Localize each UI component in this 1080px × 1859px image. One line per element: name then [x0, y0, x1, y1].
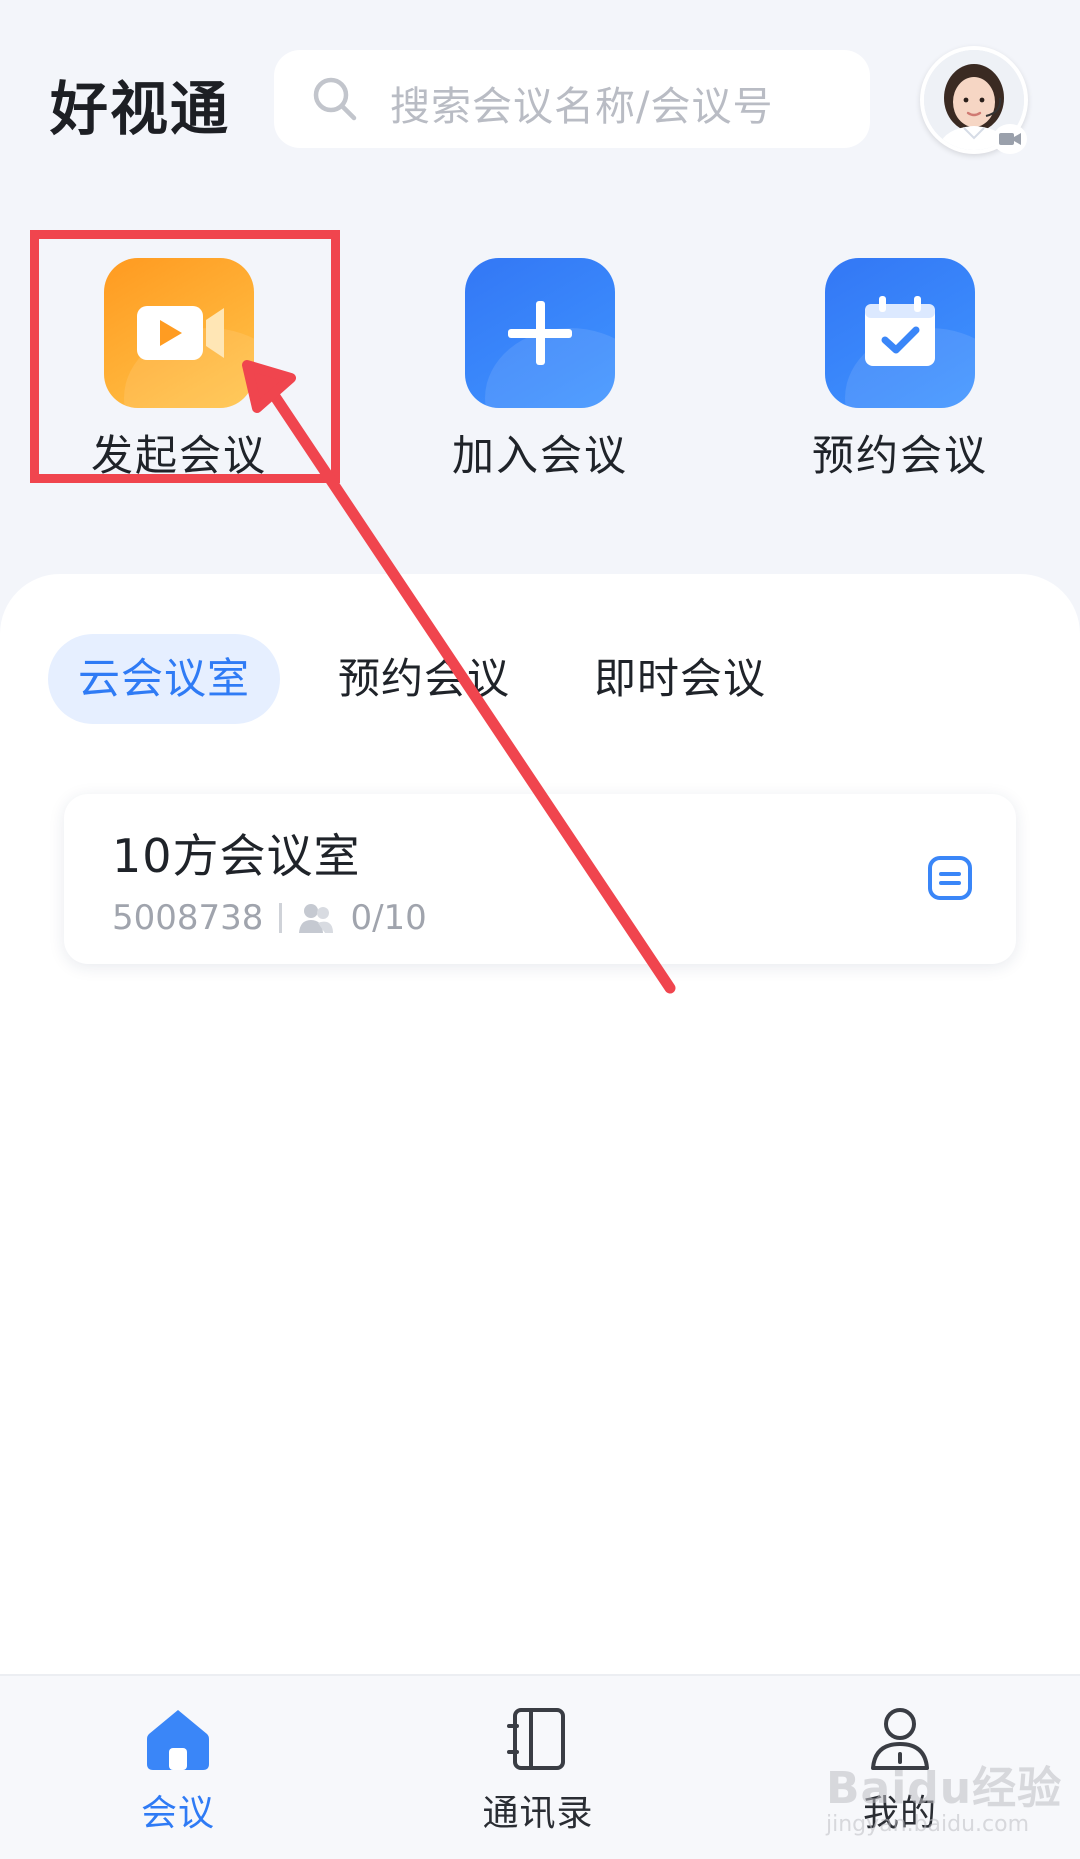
meeting-room-panel: 云会议室 预约会议 即时会议 10方会议室 5008738 0/10 — [0, 574, 1080, 1674]
participants-icon — [299, 904, 334, 933]
room-number: 5008738 — [112, 898, 264, 938]
join-meeting-label: 加入会议 — [451, 431, 628, 480]
schedule-meeting-button[interactable]: 预约会议 — [800, 258, 1000, 483]
watermark-url: jingyan.baidu.com — [826, 1812, 1030, 1837]
schedule-meeting-tile — [825, 258, 975, 408]
participant-count: 0/10 — [350, 898, 427, 938]
room-details-icon[interactable] — [926, 854, 974, 902]
search-icon — [313, 77, 357, 121]
meta-divider — [279, 903, 283, 933]
contacts-book-icon — [507, 1708, 565, 1770]
nav-contacts[interactable]: 通讯录 — [438, 1704, 638, 1836]
app-title: 好视通 — [50, 75, 231, 143]
room-card[interactable]: 10方会议室 5008738 0/10 — [64, 794, 1016, 964]
tab-cloud-rooms[interactable]: 云会议室 — [48, 634, 281, 724]
calendar-check-icon — [865, 296, 935, 366]
search-placeholder: 搜索会议名称/会议号 — [390, 84, 774, 130]
header: 好视通 搜索会议名称/会议号 — [0, 0, 1080, 200]
nav-meetings[interactable]: 会议 — [78, 1704, 278, 1836]
tab-scheduled-meetings[interactable]: 预约会议 — [338, 634, 510, 724]
room-name: 10方会议室 — [112, 829, 361, 883]
home-icon — [147, 1710, 209, 1770]
camera-badge-icon — [999, 133, 1021, 145]
annotation-highlight-box — [30, 230, 340, 483]
search-bar[interactable]: 搜索会议名称/会议号 — [274, 50, 870, 148]
schedule-meeting-label: 预约会议 — [811, 431, 988, 480]
nav-contacts-label: 通讯录 — [482, 1793, 594, 1834]
plus-icon — [508, 301, 572, 365]
watermark: Baidu经验 — [826, 1763, 1063, 1814]
avatar-video-badge — [993, 124, 1027, 154]
room-meta: 5008738 0/10 — [112, 898, 427, 938]
tab-instant-meetings[interactable]: 即时会议 — [594, 634, 766, 724]
nav-meetings-label: 会议 — [140, 1793, 215, 1834]
join-meeting-tile — [465, 258, 615, 408]
join-meeting-button[interactable]: 加入会议 — [440, 258, 640, 483]
